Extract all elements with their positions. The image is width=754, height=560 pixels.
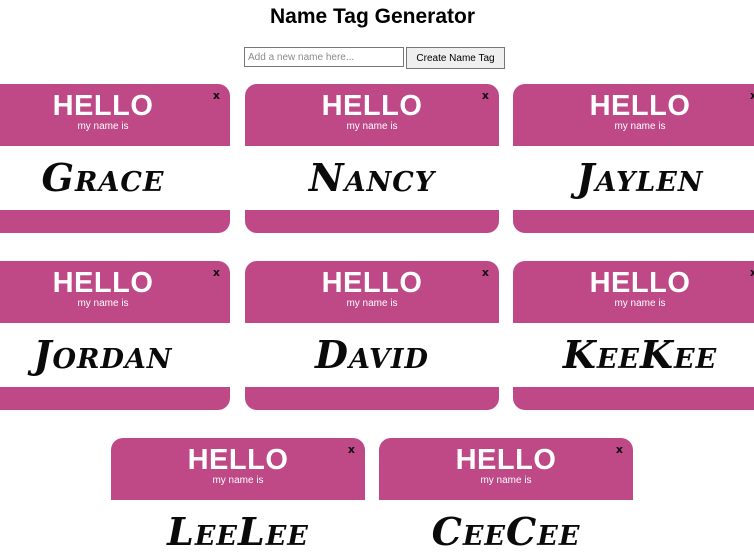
- tag-name: Jaylen: [576, 155, 704, 200]
- tag-subtitle: my name is: [77, 298, 129, 309]
- tag-body: KeeKee: [513, 323, 754, 387]
- tag-name: Nancy: [308, 155, 436, 200]
- name-input[interactable]: [244, 47, 404, 67]
- create-name-tag-button[interactable]: Create Name Tag: [406, 47, 505, 69]
- tag-body: LeeLee: [111, 500, 365, 560]
- tag-name: LeeLee: [167, 509, 309, 554]
- name-tag: HELLO my name is x David: [245, 261, 499, 410]
- tag-name: KeeKee: [562, 332, 718, 377]
- tag-subtitle: my name is: [346, 298, 398, 309]
- close-icon[interactable]: x: [482, 90, 489, 102]
- tag-body: Grace: [0, 146, 230, 210]
- tag-header: HELLO my name is x: [0, 261, 230, 323]
- tag-hello: HELLO: [321, 90, 423, 122]
- tag-header: HELLO my name is x: [245, 84, 499, 146]
- tag-name: CeeCee: [431, 509, 581, 554]
- name-tag: HELLO my name is x Jaylen: [513, 84, 754, 233]
- tag-subtitle: my name is: [77, 121, 129, 132]
- tag-hello: HELLO: [52, 267, 154, 299]
- close-icon[interactable]: x: [213, 90, 220, 102]
- tag-header: HELLO my name is x: [111, 438, 365, 500]
- tag-row: HELLO my name is x LeeLee HELLO my name …: [0, 438, 754, 560]
- name-tag: HELLO my name is x Grace: [0, 84, 230, 233]
- tag-header: HELLO my name is x: [245, 261, 499, 323]
- tag-hello: HELLO: [589, 267, 691, 299]
- tag-row: HELLO my name is x Jordan HELLO my name …: [0, 261, 754, 411]
- name-form: Create Name Tag: [244, 47, 505, 69]
- tag-body: Jordan: [0, 323, 230, 387]
- tag-body: CeeCee: [379, 500, 633, 560]
- tag-hello: HELLO: [52, 90, 154, 122]
- tag-hello: HELLO: [187, 444, 289, 476]
- tag-header: HELLO my name is x: [0, 84, 230, 146]
- tag-body: Nancy: [245, 146, 499, 210]
- name-tag: HELLO my name is x LeeLee: [111, 438, 365, 560]
- tag-name: Grace: [41, 155, 165, 200]
- close-icon[interactable]: x: [348, 444, 355, 456]
- tag-body: David: [245, 323, 499, 387]
- close-icon[interactable]: x: [750, 267, 754, 279]
- tag-header: HELLO my name is x: [513, 84, 754, 146]
- tag-subtitle: my name is: [614, 121, 666, 132]
- name-tag: HELLO my name is x KeeKee: [513, 261, 754, 410]
- tag-hello: HELLO: [321, 267, 423, 299]
- close-icon[interactable]: x: [616, 444, 623, 456]
- page-title: Name Tag Generator: [269, 5, 475, 28]
- tag-subtitle: my name is: [614, 298, 666, 309]
- name-tag: HELLO my name is x Jordan: [0, 261, 230, 410]
- close-icon[interactable]: x: [750, 90, 754, 102]
- tag-body: Jaylen: [513, 146, 754, 210]
- tag-header: HELLO my name is x: [379, 438, 633, 500]
- tag-header: HELLO my name is x: [513, 261, 754, 323]
- tag-hello: HELLO: [455, 444, 557, 476]
- name-tag: HELLO my name is x CeeCee: [379, 438, 633, 560]
- tag-subtitle: my name is: [212, 475, 264, 486]
- tag-name: David: [315, 332, 429, 377]
- close-icon[interactable]: x: [213, 267, 220, 279]
- tag-row: HELLO my name is x Grace HELLO my name i…: [0, 84, 754, 234]
- tag-name: Jordan: [33, 332, 173, 377]
- close-icon[interactable]: x: [482, 267, 489, 279]
- tag-subtitle: my name is: [346, 121, 398, 132]
- tag-subtitle: my name is: [480, 475, 532, 486]
- name-tag: HELLO my name is x Nancy: [245, 84, 499, 233]
- tag-hello: HELLO: [589, 90, 691, 122]
